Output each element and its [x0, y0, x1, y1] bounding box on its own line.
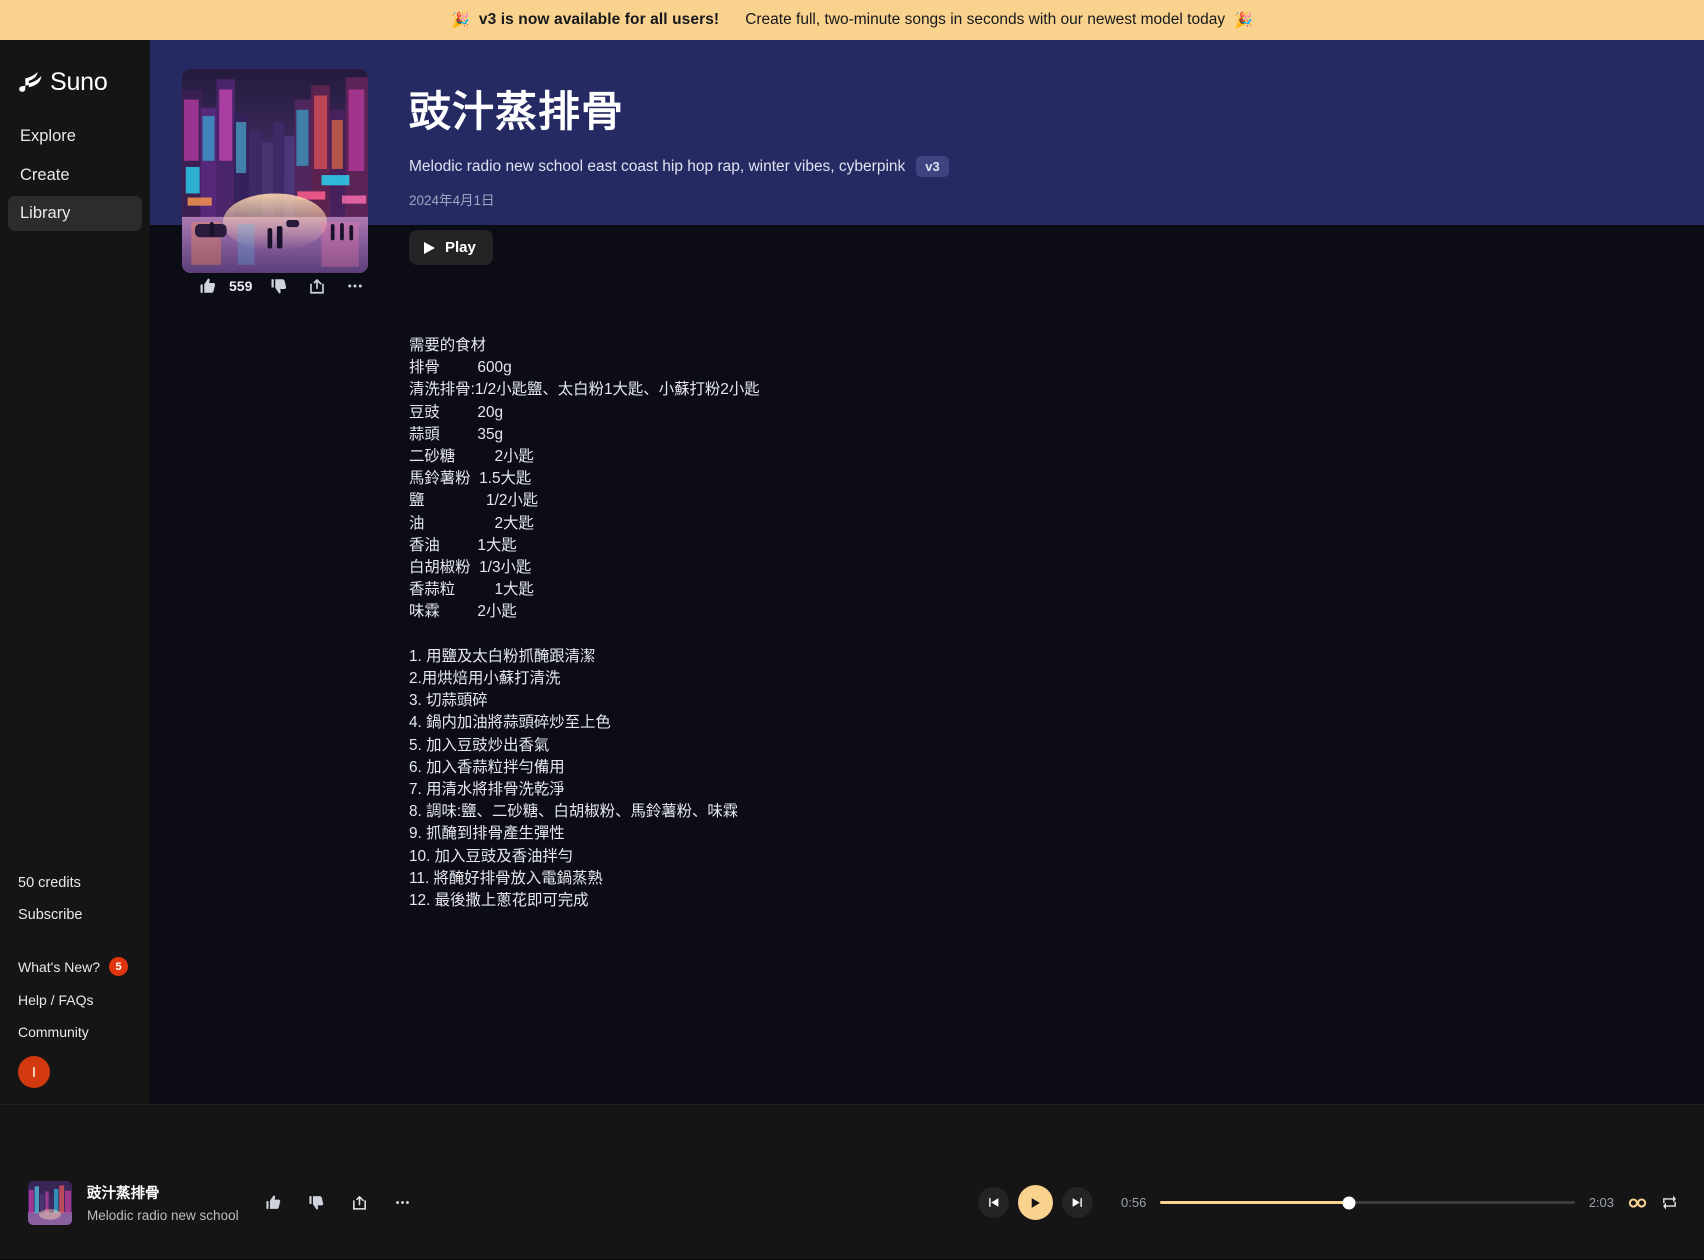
thumbs-up-icon [199, 277, 217, 295]
like-button[interactable] [197, 275, 219, 297]
share-button[interactable] [306, 275, 328, 297]
model-version-chip[interactable]: v3 [916, 156, 948, 177]
sidebar: Suno Explore Create Library 50 credits S… [0, 40, 150, 1104]
cyberpunk-city-artwork [182, 69, 368, 273]
play-button-label: Play [445, 239, 476, 256]
seek-slider[interactable] [1160, 1201, 1574, 1204]
current-time-label: 0:56 [1121, 1195, 1146, 1210]
avatar[interactable]: I [18, 1056, 50, 1088]
announcement-banner: 🎉 v3 is now available for all users! Cre… [0, 0, 1704, 40]
play-button[interactable]: Play [409, 230, 493, 265]
whats-new-link[interactable]: What's New? [18, 959, 100, 975]
brand-name: Suno [50, 68, 108, 97]
song-header: 豉汁蒸排骨 Melodic radio new school east coas… [409, 88, 1309, 209]
now-playing-title: 豉汁蒸排骨 [87, 1182, 247, 1203]
now-playing-art[interactable] [28, 1181, 72, 1225]
party-popper-icon: 🎉 [451, 11, 470, 29]
thumbs-up-icon [265, 1194, 282, 1211]
repeat-one-button[interactable] [1661, 1194, 1678, 1211]
infinity-icon [1628, 1196, 1647, 1210]
previous-track-button[interactable] [978, 1187, 1009, 1218]
skip-next-icon [1071, 1196, 1084, 1209]
player-share-button[interactable] [349, 1192, 370, 1213]
repeat-one-icon [1661, 1194, 1678, 1211]
song-date: 2024年4月1日 [409, 189, 1309, 209]
community-link[interactable]: Community [18, 1024, 132, 1040]
cyberpunk-city-thumbnail [28, 1181, 72, 1225]
whats-new-row[interactable]: What's New? 5 [18, 957, 132, 976]
thumbs-down-icon [308, 1194, 325, 1211]
play-icon [1029, 1196, 1042, 1210]
song-lyrics: 需要的食材 排骨 600g 清洗排骨:1/2小匙鹽、太白粉1大匙、小蘇打粉2小匙… [409, 335, 760, 912]
sidebar-divider-space [18, 939, 132, 957]
skip-previous-icon [987, 1196, 1000, 1209]
now-playing-actions [263, 1192, 413, 1213]
dislike-button[interactable] [268, 275, 290, 297]
avatar-initial: I [32, 1064, 36, 1081]
help-faqs-link[interactable]: Help / FAQs [18, 992, 132, 1008]
now-playing-meta: 豉汁蒸排骨 Melodic radio new school [87, 1182, 247, 1223]
player-dislike-button[interactable] [306, 1192, 327, 1213]
suno-note-icon [18, 70, 42, 95]
reaction-row: 559 [197, 275, 366, 297]
confetti-ball-icon: 🎉 [1234, 11, 1253, 29]
player-like-button[interactable] [263, 1192, 284, 1213]
sidebar-item-explore[interactable]: Explore [8, 119, 142, 154]
play-icon [423, 241, 436, 255]
album-art[interactable] [182, 69, 368, 273]
share-icon [308, 277, 326, 295]
ellipsis-icon [394, 1194, 411, 1211]
song-detail-main: 豉汁蒸排骨 Melodic radio new school east coas… [150, 40, 1704, 1104]
whats-new-badge: 5 [109, 957, 128, 976]
seek-fill [1160, 1201, 1349, 1204]
seek-handle[interactable] [1342, 1196, 1355, 1209]
like-count: 559 [229, 278, 252, 294]
subscribe-link[interactable]: Subscribe [18, 907, 132, 923]
credits-label: 50 credits [18, 875, 132, 891]
infinite-loop-button[interactable] [1628, 1196, 1647, 1210]
sidebar-footer: 50 credits Subscribe What's New? 5 Help … [0, 875, 150, 1104]
brand-logo[interactable]: Suno [18, 68, 150, 97]
play-pause-button[interactable] [1018, 1185, 1053, 1220]
seek-area: 0:56 2:03 [1121, 1194, 1704, 1211]
share-icon [351, 1194, 368, 1211]
sidebar-item-library[interactable]: Library [8, 196, 142, 231]
announcement-subtext: Create full, two-minute songs in seconds… [745, 11, 1225, 29]
sidebar-item-create[interactable]: Create [8, 158, 142, 193]
total-time-label: 2:03 [1589, 1195, 1614, 1210]
announcement-headline: v3 is now available for all users! [479, 11, 719, 29]
ellipsis-icon [346, 277, 364, 295]
player-more-options-button[interactable] [392, 1192, 413, 1213]
transport-controls [978, 1185, 1093, 1220]
more-options-button[interactable] [344, 275, 366, 297]
next-track-button[interactable] [1062, 1187, 1093, 1218]
sidebar-nav: Explore Create Library [0, 119, 150, 231]
song-style-tags: Melodic radio new school east coast hip … [409, 158, 905, 176]
song-tags-row: Melodic radio new school east coast hip … [409, 156, 1309, 177]
thumbs-down-icon [270, 277, 288, 295]
now-playing-subtitle: Melodic radio new school [87, 1208, 247, 1223]
player-bar: 豉汁蒸排骨 Melodic radio new school [0, 1104, 1704, 1259]
page-title: 豉汁蒸排骨 [409, 88, 1309, 136]
